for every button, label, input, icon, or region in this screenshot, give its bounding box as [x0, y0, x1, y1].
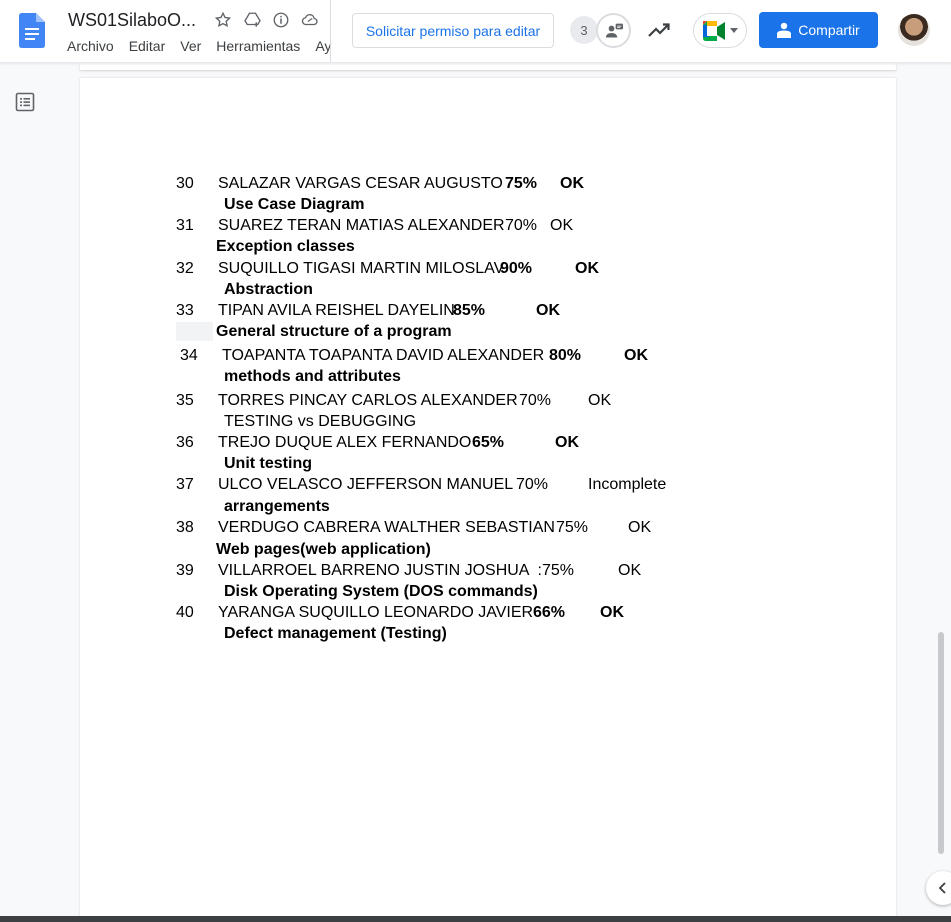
student-status: OK: [550, 217, 574, 234]
student-percent: 80%: [549, 347, 582, 364]
student-percent: 65%: [472, 434, 505, 451]
student-status: OK: [555, 434, 579, 451]
student-percent: 70%: [519, 392, 552, 409]
student-status: OK: [618, 562, 642, 579]
viewers-icon[interactable]: [596, 13, 631, 48]
student-status: OK: [624, 347, 648, 364]
menu-editar[interactable]: Editar: [129, 38, 166, 54]
star-icon[interactable]: [212, 10, 234, 30]
student-percent: 70%: [505, 217, 538, 234]
row-number: 32: [176, 260, 194, 277]
add-to-drive-icon[interactable]: [241, 10, 263, 30]
title-icon-group: [212, 10, 321, 30]
student-percent: 70%: [516, 476, 549, 493]
row-number: 30: [176, 175, 194, 192]
menu-ver[interactable]: Ver: [180, 38, 201, 54]
info-icon[interactable]: [270, 10, 292, 30]
share-button[interactable]: Compartir: [759, 12, 878, 48]
student-topic: arrangements: [224, 498, 330, 515]
student-status: Incomplete: [588, 476, 667, 493]
meet-button[interactable]: [693, 13, 747, 48]
student-topic: Abstraction: [224, 281, 313, 298]
student-topic: Disk Operating System (DOS commands): [224, 583, 538, 600]
document-outline-icon[interactable]: [15, 92, 35, 112]
student-name: VILLARROEL BARRENO JUSTIN JOSHUA :: [218, 562, 542, 579]
student-status: OK: [628, 519, 652, 536]
row-number: 31: [176, 217, 194, 234]
side-panel-toggle[interactable]: [926, 871, 951, 905]
student-name: YARANGA SUQUILLO LEONARDO JAVIER: [218, 604, 534, 621]
student-topic: Exception classes: [216, 238, 355, 255]
student-status: OK: [560, 175, 584, 192]
request-edit-button[interactable]: Solicitar permiso para editar: [352, 13, 554, 48]
student-name: TOAPANTA TOAPANTA DAVID ALEXANDER: [222, 347, 545, 364]
google-meet-icon: [703, 20, 725, 41]
student-percent: 75%: [542, 562, 575, 579]
row-number: 37: [176, 476, 194, 493]
vertical-scrollbar-thumb[interactable]: [938, 632, 944, 854]
student-topic: Use Case Diagram: [224, 196, 365, 213]
student-name: ULCO VELASCO JEFFERSON MANUEL: [218, 476, 514, 493]
row-number: 33: [176, 302, 194, 319]
student-topic: Unit testing: [224, 455, 312, 472]
row-number: 38: [176, 519, 194, 536]
document-page[interactable]: 30 SALAZAR VARGAS CESAR AUGUSTO 75% OK U…: [80, 78, 896, 922]
menu-archivo[interactable]: Archivo: [67, 38, 114, 54]
student-percent: 85%: [453, 302, 486, 319]
student-topic: Defect management (Testing): [224, 625, 447, 642]
chevron-left-icon: [938, 882, 946, 894]
student-name: TORRES PINCAY CARLOS ALEXANDER: [218, 392, 518, 409]
dropdown-arrow-icon: [730, 27, 738, 33]
student-status: OK: [575, 260, 599, 277]
user-avatar[interactable]: [898, 14, 930, 46]
student-topic: TESTING vs DEBUGGING: [224, 413, 417, 430]
row-number: 40: [176, 604, 194, 621]
google-docs-logo-icon[interactable]: [19, 13, 45, 48]
student-name: SALAZAR VARGAS CESAR AUGUSTO: [218, 175, 503, 192]
student-name: SUAREZ TERAN MATIAS ALEXANDER: [218, 217, 505, 234]
activity-trend-icon[interactable]: [647, 19, 671, 41]
student-percent: 75%: [556, 519, 589, 536]
student-name: TREJO DUQUE ALEX FERNANDO: [218, 434, 472, 451]
person-icon: [777, 22, 792, 38]
menu-herramientas[interactable]: Herramientas: [216, 38, 300, 54]
row-number: 35: [176, 392, 194, 409]
row-number: 39: [176, 562, 194, 579]
share-button-label: Compartir: [798, 22, 860, 38]
row-number: 34: [180, 347, 198, 364]
student-name: TIPAN AVILA REISHEL DAYELIN: [218, 302, 455, 319]
student-status: OK: [600, 604, 624, 621]
viewer-count-badge[interactable]: 3: [570, 16, 598, 44]
student-status: OK: [536, 302, 560, 319]
docs-header: WS01SilaboO... Archivo Editar Ver Herram…: [0, 0, 951, 62]
student-status: OK: [588, 392, 612, 409]
student-percent: 90%: [500, 260, 533, 277]
menu-bar: Archivo Editar Ver Herramientas Ay: [67, 38, 346, 54]
bottom-bar: [0, 916, 951, 922]
menu-ayuda[interactable]: Ay: [315, 38, 331, 54]
student-percent: 66%: [533, 604, 566, 621]
student-topic: Web pages(web application): [216, 541, 431, 558]
student-name: SUQUILLO TIGASI MARTIN MILOSLAV: [218, 260, 505, 277]
student-topic: methods and attributes: [224, 368, 401, 385]
student-topic: General structure of a program: [216, 323, 452, 340]
row-number: 36: [176, 434, 194, 451]
selection-highlight: [176, 322, 213, 341]
document-title[interactable]: WS01SilaboO...: [68, 10, 196, 31]
header-shadow: [0, 62, 951, 66]
cloud-status-icon[interactable]: [299, 10, 321, 30]
student-percent: 75%: [505, 175, 538, 192]
header-divider: [330, 0, 331, 62]
student-name: VERDUGO CABRERA WALTHER SEBASTIAN: [218, 519, 555, 536]
